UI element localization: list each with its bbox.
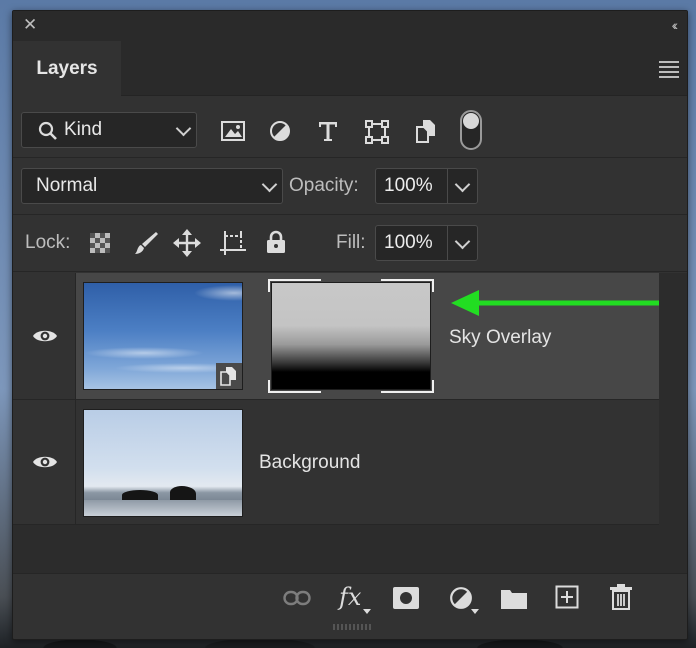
lock-all-icon[interactable] <box>266 230 286 254</box>
type-layer-filter-icon[interactable] <box>317 120 339 142</box>
opacity-label: Opacity: <box>289 175 359 196</box>
shape-layer-filter-icon[interactable] <box>365 120 389 144</box>
lock-position-move-icon[interactable] <box>173 229 201 257</box>
fill-field[interactable]: 100% <box>375 225 478 261</box>
adjustment-layer-filter-icon[interactable] <box>269 120 291 142</box>
lock-image-pixels-brush-icon[interactable] <box>133 230 159 256</box>
pixel-layer-filter-icon[interactable] <box>221 121 245 141</box>
opacity-field[interactable]: 100% <box>375 168 478 204</box>
blend-row: Normal Opacity: 100% <box>13 158 687 215</box>
resize-grip[interactable] <box>333 624 371 630</box>
smart-object-badge-icon <box>216 363 242 389</box>
layer-name[interactable]: Sky Overlay <box>449 327 551 349</box>
adjustment-dropdown-indicator <box>471 609 479 614</box>
filter-kind-label: Kind <box>64 119 103 140</box>
filter-kind-dropdown[interactable]: Kind <box>21 112 197 148</box>
filter-toggle-switch[interactable] <box>460 110 482 150</box>
smart-object-filter-icon[interactable] <box>415 119 437 143</box>
layers-panel: ✕ ‹‹ Layers Kind Normal Opacity: 100% Lo… <box>12 10 688 640</box>
fill-chevron-icon[interactable] <box>454 233 471 250</box>
lock-row: Lock: Fill: 100% <box>13 215 687 272</box>
fx-dropdown-indicator <box>363 609 371 614</box>
new-group-folder-icon[interactable] <box>501 587 527 609</box>
eye-icon[interactable] <box>32 454 58 470</box>
visibility-toggle[interactable] <box>13 400 76 524</box>
tab-layers[interactable]: Layers <box>13 41 121 96</box>
layer-thumbnail-sky[interactable] <box>83 282 243 390</box>
visibility-toggle[interactable] <box>13 273 76 399</box>
layer-thumbnail-background[interactable] <box>83 409 243 517</box>
chevron-down-icon <box>175 120 192 137</box>
layer-name[interactable]: Background <box>259 452 360 474</box>
annotation-arrow-icon <box>451 290 659 316</box>
panel-titlebar: ✕ ‹‹ <box>13 11 687 41</box>
fill-label: Fill: <box>336 232 366 253</box>
eye-icon[interactable] <box>32 328 58 344</box>
panel-tabbar: Layers <box>13 41 687 96</box>
lock-transparent-pixels-icon[interactable] <box>90 233 110 253</box>
panel-menu-icon[interactable] <box>659 61 679 81</box>
add-mask-icon[interactable] <box>393 587 419 609</box>
chevron-down-icon <box>261 176 278 193</box>
delete-layer-trash-icon[interactable] <box>610 584 632 610</box>
new-layer-icon[interactable] <box>555 585 579 609</box>
filter-row: Kind <box>13 101 687 158</box>
new-adjustment-layer-icon[interactable] <box>449 586 473 610</box>
opacity-chevron-icon[interactable] <box>454 176 471 193</box>
search-icon <box>38 121 57 140</box>
bottom-toolbar: fx <box>13 573 687 624</box>
blend-mode-label: Normal <box>36 175 98 196</box>
layer-row-sky-overlay[interactable]: Sky Overlay <box>13 273 659 400</box>
fill-value: 100% <box>384 232 433 253</box>
lock-label: Lock: <box>25 232 71 253</box>
fx-icon[interactable]: fx <box>339 583 361 611</box>
link-layers-icon[interactable] <box>283 589 311 607</box>
lock-artboard-icon[interactable] <box>219 230 247 256</box>
layer-row-background[interactable]: Background <box>13 400 659 525</box>
collapse-panel-icon[interactable]: ‹‹ <box>672 17 679 33</box>
layers-list: Sky Overlay Background <box>13 273 687 573</box>
close-icon[interactable]: ✕ <box>23 16 37 34</box>
mask-selection-brackets <box>268 279 434 393</box>
blend-mode-dropdown[interactable]: Normal <box>21 168 283 204</box>
opacity-value: 100% <box>384 175 433 196</box>
